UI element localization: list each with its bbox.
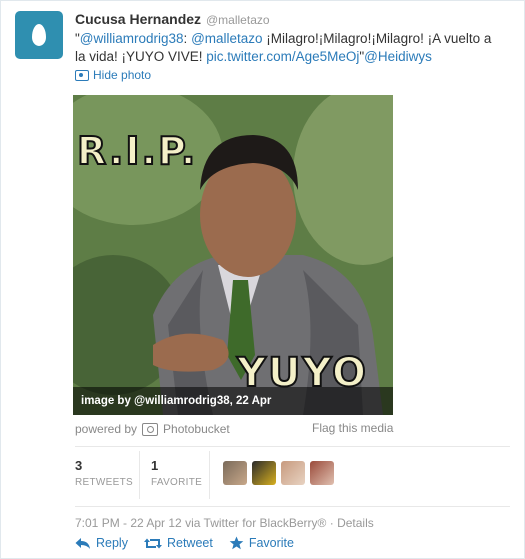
favoriters-list [223, 461, 334, 485]
retweets-count: 3 [75, 458, 83, 473]
powered-by-label: powered by [75, 422, 138, 436]
avatar[interactable] [310, 461, 334, 485]
powered-by: powered by Photobucket [75, 422, 230, 436]
favorites-stat[interactable]: 1 FAVORITE [151, 458, 202, 488]
favorite-button[interactable]: Favorite [229, 536, 294, 550]
hide-photo-link[interactable]: Hide photo [75, 68, 151, 82]
egg-avatar-icon [32, 24, 46, 46]
details-link[interactable]: Details [337, 516, 374, 530]
meta-separator: · [326, 516, 338, 530]
author-handle[interactable]: @malletazo [206, 13, 270, 27]
avatar[interactable] [252, 461, 276, 485]
reply-button[interactable]: Reply [75, 536, 128, 550]
mention-link[interactable]: @malletazo [191, 31, 262, 46]
tweet-photo[interactable]: R.I.P. YUYO image by @williamrodrig38, 2… [73, 95, 393, 415]
retweets-stat[interactable]: 3 RETWEETS [75, 458, 133, 488]
photo-icon [75, 69, 89, 81]
text-fragment: : [183, 31, 192, 46]
retweet-label: Retweet [166, 536, 213, 550]
tweet-actions: Reply Retweet Favorite [75, 536, 294, 550]
divider [75, 446, 510, 447]
mention-link[interactable]: @williamrodrig38 [80, 31, 184, 46]
author-name[interactable]: Cucusa Hernandez [75, 11, 201, 27]
timestamp[interactable]: 7:01 PM - 22 Apr 12 [75, 516, 182, 530]
retweets-label: RETWEETS [75, 477, 133, 488]
divider [75, 506, 510, 507]
favorites-label: FAVORITE [151, 477, 203, 488]
photo-caption: image by @williamrodrig38, 22 Apr [73, 387, 393, 415]
avatar[interactable] [281, 461, 305, 485]
camera-icon [142, 422, 159, 436]
retweet-icon [143, 538, 162, 548]
tweet-card: Cucusa Hernandez @malletazo "@williamrod… [0, 0, 525, 559]
stat-divider [139, 451, 140, 499]
tweet-text: "@williamrodrig38: @malletazo ¡Milagro!¡… [75, 30, 495, 66]
reply-label: Reply [96, 536, 128, 550]
star-icon [229, 536, 244, 550]
favorite-label: Favorite [248, 536, 294, 550]
tweet-meta: 7:01 PM - 22 Apr 12 via Twitter for Blac… [75, 516, 374, 530]
stat-divider [209, 451, 210, 499]
overlay-text-top: R.I.P. [76, 128, 198, 174]
avatar[interactable] [15, 11, 63, 59]
hide-photo-label: Hide photo [93, 68, 152, 82]
reply-icon [75, 537, 90, 549]
flag-media-link[interactable]: Flag this media [312, 421, 393, 435]
favorites-count: 1 [151, 458, 159, 473]
provider-link[interactable]: Photobucket [163, 422, 230, 436]
client-source[interactable]: via Twitter for BlackBerry® [182, 516, 326, 530]
media-link[interactable]: pic.twitter.com/Age5MeOj [206, 49, 359, 64]
mention-link[interactable]: @Heidiwys [364, 49, 432, 64]
avatar[interactable] [223, 461, 247, 485]
retweet-button[interactable]: Retweet [143, 536, 213, 550]
